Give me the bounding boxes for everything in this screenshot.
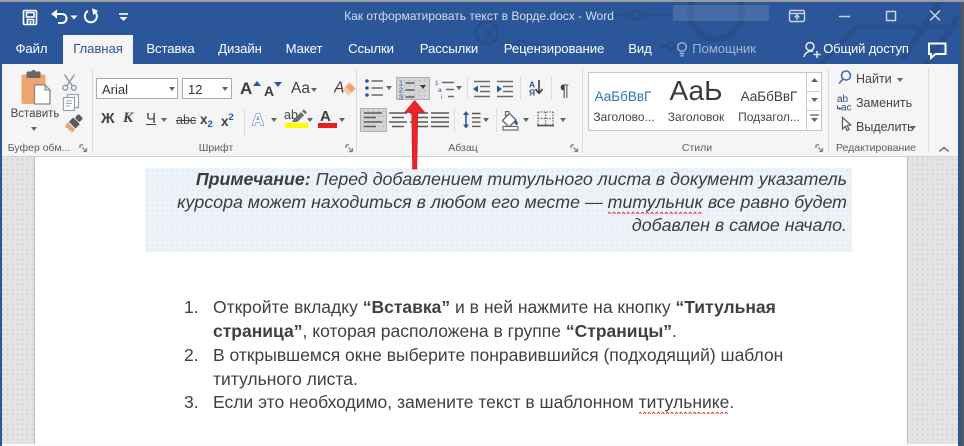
svg-text:a: a — [438, 87, 442, 94]
svg-text:А: А — [252, 111, 264, 129]
svg-text:1: 1 — [435, 80, 439, 87]
svg-text:A: A — [334, 80, 344, 97]
svg-text:Я: Я — [529, 88, 535, 98]
svg-text:¶: ¶ — [560, 81, 569, 99]
svg-text:i: i — [441, 94, 442, 100]
svg-text:c: c — [847, 103, 852, 114]
